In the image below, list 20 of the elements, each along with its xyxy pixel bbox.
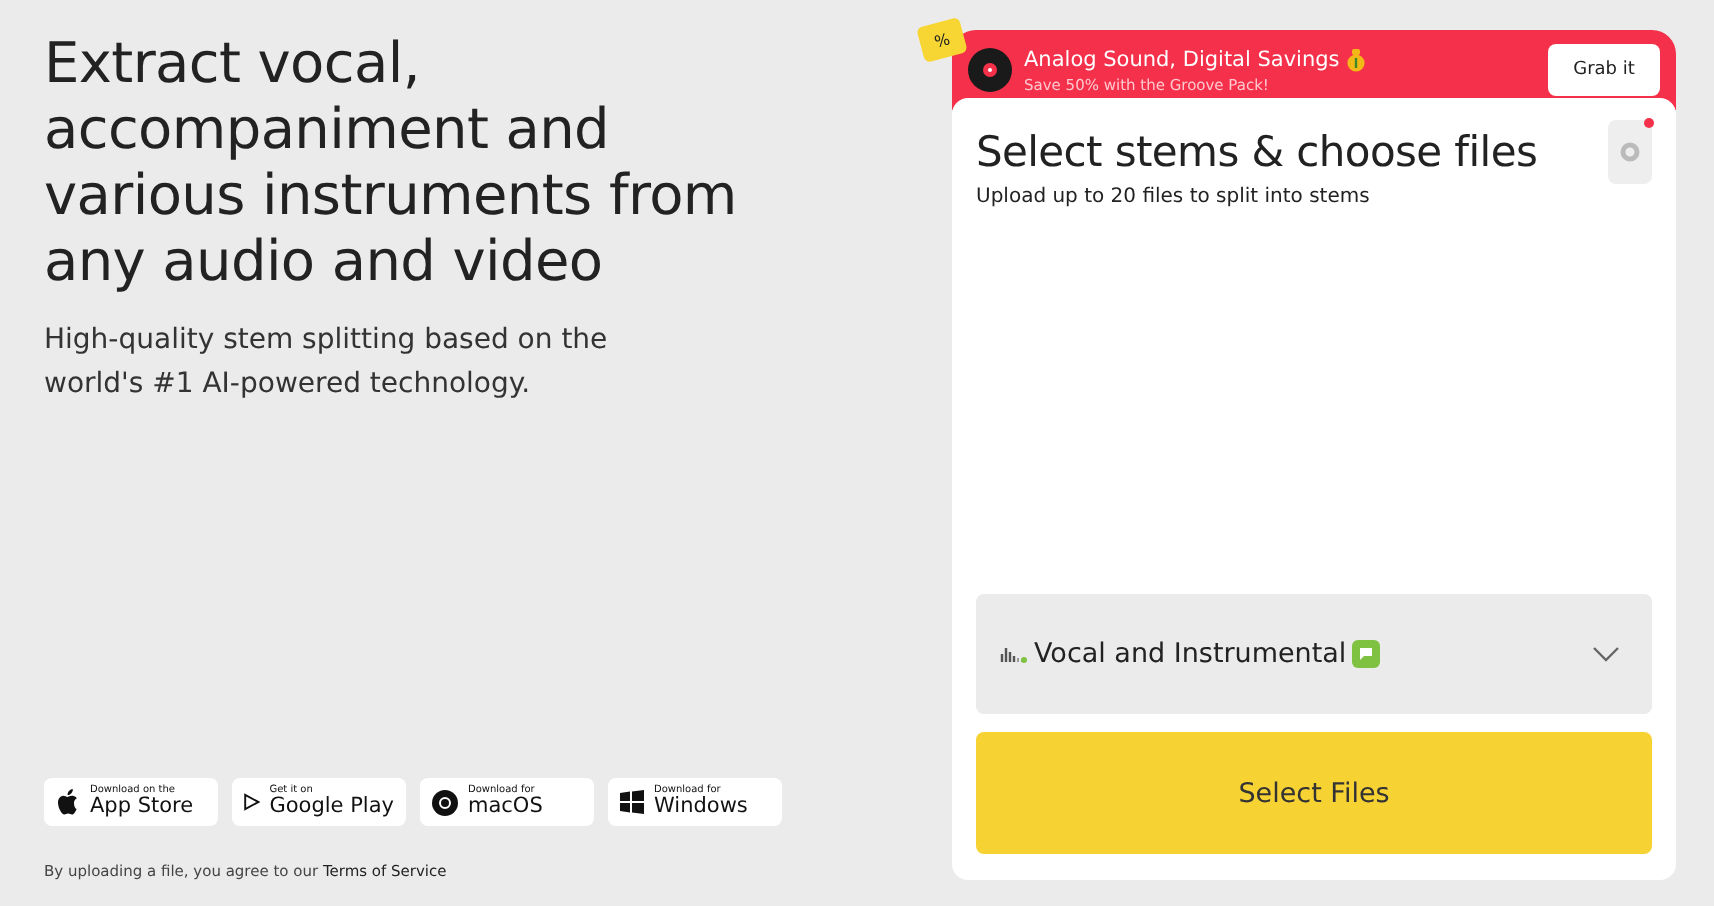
settings-icon [1620, 142, 1640, 162]
apple-icon [56, 788, 80, 816]
select-files-button[interactable]: Select Files [976, 732, 1652, 854]
panel-title: Select stems & choose files [976, 126, 1538, 180]
money-bag-icon [1345, 47, 1366, 71]
hero-subtitle: High-quality stem splitting based on the world's #1 AI-powered technology. [44, 322, 610, 404]
vinyl-record-icon [968, 48, 1012, 92]
panel-subtitle: Upload up to 20 files to split into stems [976, 186, 1372, 208]
chevron-down-icon [1592, 646, 1620, 662]
hero-title: Extract vocal, accompaniment and various instruments from any audio and video [44, 30, 739, 294]
windows-icon [620, 790, 644, 814]
grab-it-button[interactable]: Grab it [1548, 44, 1660, 96]
chat-badge-icon [1352, 640, 1381, 668]
settings-button[interactable] [1608, 120, 1652, 184]
stem-select[interactable]: Vocal and Instrumental [976, 594, 1652, 714]
macos-icon [432, 789, 458, 815]
discount-tag: % [916, 16, 968, 64]
play-icon [244, 788, 260, 816]
promo-title: Analog Sound, Digital Savings [1024, 47, 1340, 71]
waveform-icon [1000, 644, 1028, 664]
